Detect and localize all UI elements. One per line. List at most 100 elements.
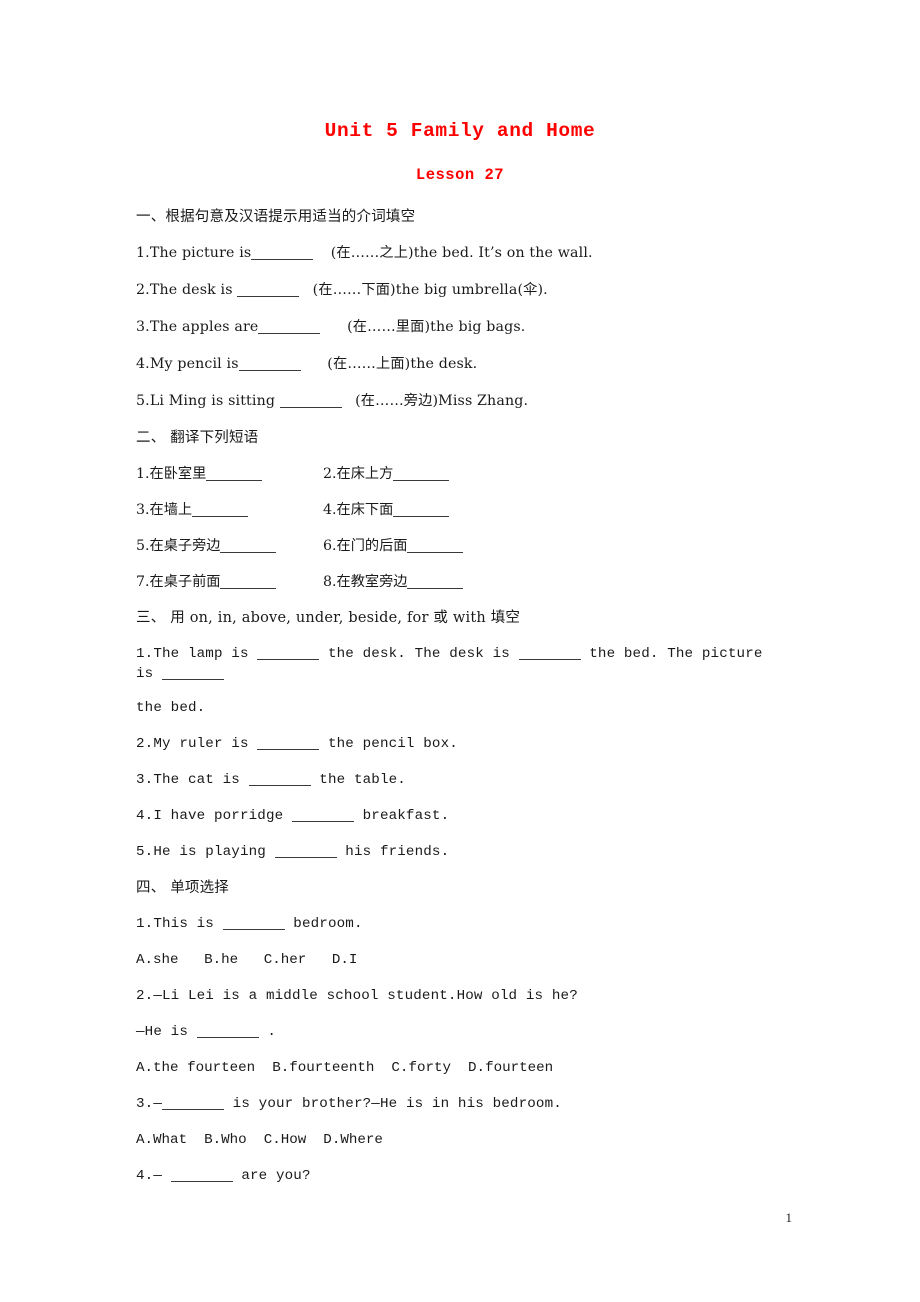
question-hint: (在……上面)the desk. bbox=[317, 356, 478, 372]
answer-blank[interactable] bbox=[196, 1023, 259, 1038]
question-text: the pencil box. bbox=[319, 736, 458, 752]
translation-item: 6.在门的后面 bbox=[323, 536, 464, 556]
phrase-text: 3.在墙上 bbox=[136, 502, 193, 518]
answer-blank[interactable] bbox=[248, 771, 311, 786]
question-text: 4.My pencil is bbox=[136, 356, 239, 372]
phrase-text: 7.在桌子前面 bbox=[136, 574, 221, 590]
question-hint: (在……之上)the bed. It’s on the wall. bbox=[330, 245, 593, 261]
question-text: 1.The picture is bbox=[136, 245, 252, 261]
translation-row: 1.在卧室里 2.在床上方 bbox=[136, 464, 784, 484]
answer-blank[interactable] bbox=[237, 282, 300, 297]
section-heading-2: 二、 翻译下列短语 bbox=[136, 430, 259, 446]
answer-blank[interactable] bbox=[257, 735, 320, 750]
question-4-1: 1.This is bedroom. bbox=[136, 914, 784, 934]
question-text: —He is bbox=[136, 1024, 197, 1040]
question-3-3: 3.The cat is the table. bbox=[136, 770, 784, 790]
question-text: 2.My ruler is bbox=[136, 736, 258, 752]
answer-blank[interactable] bbox=[170, 1167, 233, 1182]
translation-item: 2.在床上方 bbox=[323, 464, 450, 484]
question-text: 1.This is bbox=[136, 916, 223, 932]
answer-blank[interactable] bbox=[258, 319, 321, 334]
question-hint: (在……下面)the big umbrella(伞). bbox=[308, 282, 548, 298]
question-3-1-continuation: the bed. bbox=[136, 700, 206, 716]
answer-blank[interactable] bbox=[291, 807, 354, 822]
page-title: Unit 5 Family and Home bbox=[324, 120, 596, 142]
phrase-text: 5.在桌子旁边 bbox=[136, 538, 221, 554]
answer-blank[interactable] bbox=[222, 915, 285, 930]
answer-blank[interactable] bbox=[238, 356, 301, 371]
translation-item: 5.在桌子旁边 bbox=[136, 536, 323, 556]
phrase-text: 4.在床下面 bbox=[323, 502, 394, 518]
lesson-subtitle: Lesson 27 bbox=[415, 166, 505, 184]
question-text: bedroom. bbox=[284, 916, 363, 932]
answer-blank[interactable] bbox=[274, 843, 337, 858]
answer-blank[interactable] bbox=[407, 574, 464, 589]
answer-blank[interactable] bbox=[518, 645, 581, 660]
answer-blank[interactable] bbox=[393, 466, 450, 481]
question-text: is your brother?—He is in his bedroom. bbox=[224, 1096, 562, 1112]
phrase-text: 8.在教室旁边 bbox=[323, 574, 408, 590]
translation-row: 3.在墙上 4.在床下面 bbox=[136, 500, 784, 520]
question-text: 3.The apples are bbox=[136, 319, 259, 335]
question-3-1: 1.The lamp is the desk. The desk is the … bbox=[136, 644, 784, 684]
question-hint: (在……旁边)Miss Zhang. bbox=[350, 393, 529, 409]
page-number: 1 bbox=[785, 1210, 793, 1225]
question-text: 4.— bbox=[136, 1168, 171, 1184]
question-text: 1.The lamp is bbox=[136, 646, 258, 662]
translation-row: 5.在桌子旁边 6.在门的后面 bbox=[136, 536, 784, 556]
question-text: 5.Li Ming is sitting bbox=[136, 393, 280, 409]
question-text: 2.The desk is bbox=[136, 282, 238, 298]
phrase-text: 6.在门的后面 bbox=[323, 538, 408, 554]
question-1-4: 4.My pencil is (在……上面)the desk. bbox=[136, 354, 784, 375]
answer-blank[interactable] bbox=[162, 665, 224, 680]
answer-blank[interactable] bbox=[206, 466, 263, 481]
question-text: 4.I have porridge bbox=[136, 808, 292, 824]
translation-item: 8.在教室旁边 bbox=[323, 572, 464, 592]
question-1-5: 5.Li Ming is sitting (在……旁边)Miss Zhang. bbox=[136, 391, 784, 412]
translation-row: 7.在桌子前面 8.在教室旁边 bbox=[136, 572, 784, 592]
question-text: 3.The cat is bbox=[136, 772, 249, 788]
question-text: breakfast. bbox=[353, 808, 450, 824]
question-4-2-answer: —He is . bbox=[136, 1022, 784, 1042]
translation-item: 3.在墙上 bbox=[136, 500, 323, 520]
section-heading-4: 四、 单项选择 bbox=[136, 880, 230, 896]
options-4-1[interactable]: A.she B.he C.her D.I bbox=[136, 950, 784, 970]
question-text: . bbox=[258, 1024, 276, 1040]
question-3-4: 4.I have porridge breakfast. bbox=[136, 806, 784, 826]
document-content: Unit 5 Family and Home Lesson 27 一、根据句意及… bbox=[136, 118, 784, 1202]
question-hint: (在……里面)the big bags. bbox=[337, 319, 526, 335]
question-4-3: 3.— is your brother?—He is in his bedroo… bbox=[136, 1094, 784, 1114]
answer-blank[interactable] bbox=[162, 1095, 224, 1110]
question-text: 5.He is playing bbox=[136, 844, 275, 860]
question-text: his friends. bbox=[336, 844, 450, 860]
section-heading-1: 一、根据句意及汉语提示用适当的介词填空 bbox=[136, 209, 416, 225]
options-4-3[interactable]: A.What B.Who C.How D.Where bbox=[136, 1130, 784, 1150]
question-text: the table. bbox=[310, 772, 406, 788]
question-text: 3.— bbox=[136, 1096, 162, 1112]
answer-blank[interactable] bbox=[251, 245, 314, 260]
question-4-4: 4.— are you? bbox=[136, 1166, 784, 1186]
question-1-1: 1.The picture is (在……之上)the bed. It’s on… bbox=[136, 243, 784, 264]
question-text: the desk. The desk is bbox=[319, 646, 519, 662]
question-1-3: 3.The apples are (在……里面)the big bags. bbox=[136, 317, 784, 338]
options-4-2[interactable]: A.the fourteen B.fourteenth C.forty D.fo… bbox=[136, 1058, 784, 1078]
question-3-5: 5.He is playing his friends. bbox=[136, 842, 784, 862]
answer-blank[interactable] bbox=[393, 502, 450, 517]
document-page: Unit 5 Family and Home Lesson 27 一、根据句意及… bbox=[0, 0, 920, 1302]
answer-blank[interactable] bbox=[220, 574, 277, 589]
answer-blank[interactable] bbox=[279, 393, 342, 408]
question-3-2: 2.My ruler is the pencil box. bbox=[136, 734, 784, 754]
answer-blank[interactable] bbox=[407, 538, 464, 553]
translation-item: 4.在床下面 bbox=[323, 500, 450, 520]
answer-blank[interactable] bbox=[220, 538, 277, 553]
question-1-2: 2.The desk is (在……下面)the big umbrella(伞)… bbox=[136, 280, 784, 301]
answer-blank[interactable] bbox=[192, 502, 249, 517]
answer-blank[interactable] bbox=[257, 645, 320, 660]
phrase-text: 1.在卧室里 bbox=[136, 466, 207, 482]
question-text: are you? bbox=[232, 1168, 311, 1184]
section-heading-3: 三、 用 on, in, above, under, beside, for 或… bbox=[136, 610, 521, 626]
translation-item: 1.在卧室里 bbox=[136, 464, 323, 484]
translation-item: 7.在桌子前面 bbox=[136, 572, 323, 592]
question-4-2: 2.—Li Lei is a middle school student.How… bbox=[136, 988, 578, 1004]
phrase-text: 2.在床上方 bbox=[323, 466, 394, 482]
